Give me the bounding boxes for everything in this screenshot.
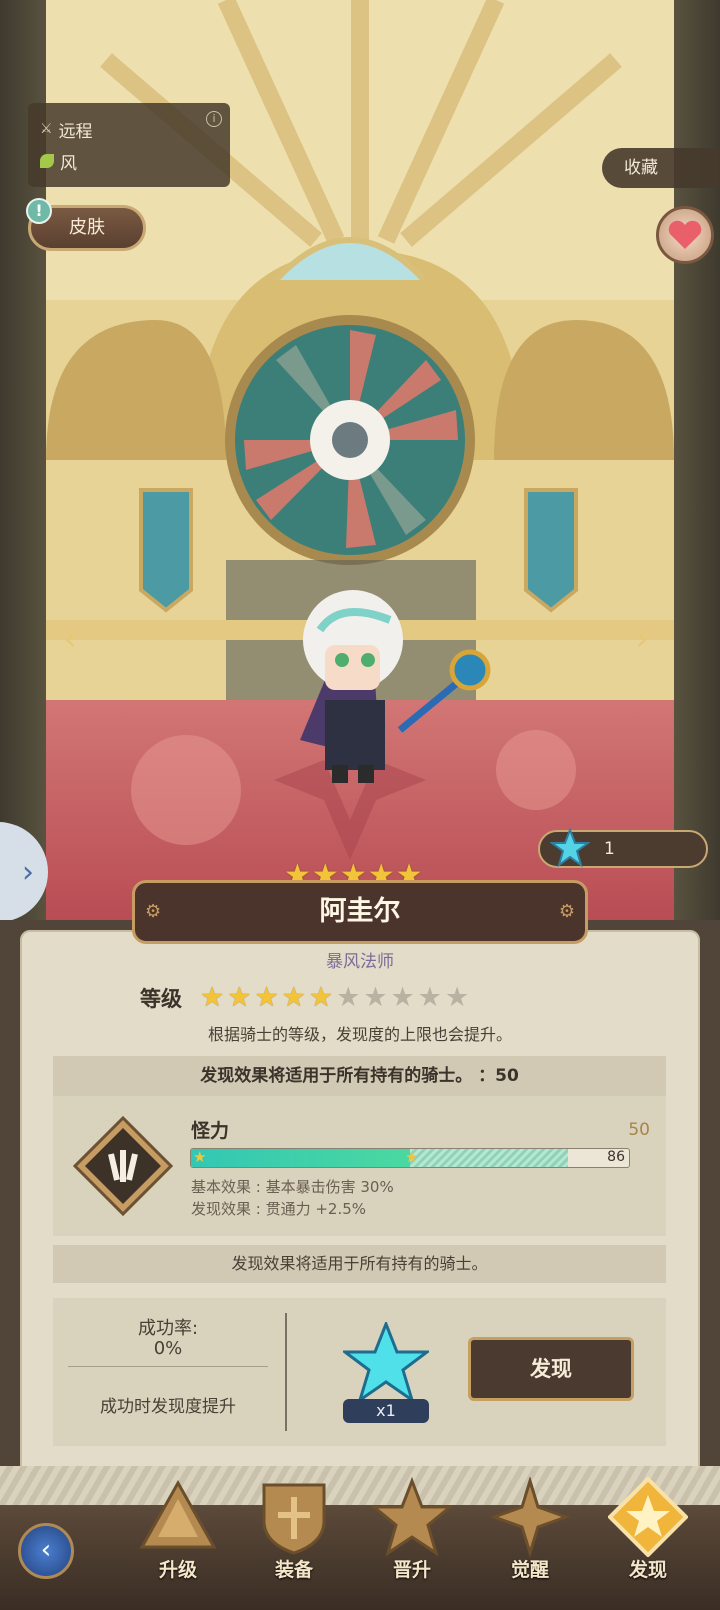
level-star-filled-icon: ★ (227, 982, 252, 1013)
gear-icon: ⚙ (558, 901, 575, 922)
heart-icon[interactable] (656, 206, 714, 264)
level-star-empty-icon: ★ (417, 982, 442, 1013)
level-star-empty-icon: ★ (444, 982, 470, 1013)
discovery-progress-bar: ★ ★ 86 (190, 1148, 630, 1168)
skill-max-value: 50 (628, 1120, 650, 1140)
skin-label: 皮肤 (69, 217, 105, 238)
discover-action-box: 成功率: 0% 成功时发现度提升 x1 发现 (53, 1298, 666, 1446)
nav-awaken-label: 觉醒 (510, 1559, 549, 1581)
level-star-empty-icon: ★ (390, 982, 415, 1013)
nav-equipment[interactable]: 装备 (244, 1477, 344, 1582)
skill-name: 怪力 (191, 1120, 230, 1142)
nav-discover-label: 发现 (628, 1559, 667, 1581)
nav-equipment-label: 装备 (274, 1559, 313, 1581)
nav-promote[interactable]: 晋升 (362, 1476, 462, 1582)
attack-type-label: 远程 (58, 121, 93, 142)
character-tags[interactable]: i ⚔ 远程 风 (28, 103, 230, 187)
level-star-filled-icon: ★ (281, 982, 306, 1013)
success-rate-label: 成功率: (137, 1318, 199, 1339)
star-currency-counter: 1 (538, 828, 708, 868)
progress-start-star-icon: ★ (193, 1148, 207, 1166)
progress-mid-star-icon: ★ (405, 1148, 419, 1166)
progress-fill (191, 1149, 410, 1167)
favorite-label: 收藏 (624, 158, 658, 178)
character-name: 阿圭尔 (319, 896, 401, 927)
next-skin-arrow-icon[interactable]: › (636, 622, 648, 657)
discovery-effect: 发现效果 : 贯通力 +2.5% (191, 1200, 367, 1218)
cost-quantity: x1 (343, 1399, 429, 1423)
nav-upgrade-label: 升级 (158, 1559, 197, 1581)
nav-awaken[interactable]: 觉醒 (480, 1475, 580, 1582)
nav-discover[interactable]: 发现 (598, 1476, 698, 1582)
level-star-filled-icon: ★ (308, 982, 334, 1013)
wind-icon (40, 154, 54, 168)
level-star-empty-icon: ★ (363, 982, 388, 1013)
level-label: 等级 (140, 986, 182, 1011)
character-name-banner: ⚙ 阿圭尔 ⚙ (132, 880, 588, 944)
level-star-empty-icon: ★ (336, 982, 361, 1013)
discovery-footer-note: 发现效果将适用于所有持有的骑士。 (53, 1245, 666, 1283)
element-label: 风 (60, 153, 77, 174)
bottom-nav: ‹ 升级 装备 晋升 觉醒 发现 (0, 1475, 720, 1610)
favorite-tab[interactable]: 收藏 (602, 148, 720, 188)
skin-notice-icon: ! (26, 198, 52, 224)
strength-skill-icon[interactable] (73, 1116, 173, 1216)
ranged-icon: ⚔ (40, 121, 53, 137)
success-rate-value: 0% (153, 1338, 183, 1359)
level-stars: ★ ★ ★ ★ ★ ★ ★ ★ ★ ★ (200, 982, 469, 1013)
character-sprite[interactable] (270, 560, 510, 800)
base-effect: 基本效果 : 基本暴击伤害 30% (191, 1178, 394, 1196)
back-button[interactable]: ‹ (18, 1523, 74, 1579)
shield-icon (262, 1483, 326, 1555)
skill-card: 怪力 50 ★ ★ 86 基本效果 : 基本暴击伤害 30% 发现效果 : 贯通… (53, 1096, 666, 1236)
level-star-filled-icon: ★ (200, 982, 225, 1013)
discovery-header: 发现效果将适用于所有持有的骑士。 ：50 (53, 1056, 666, 1096)
chevron-right-icon: › (22, 854, 34, 890)
discovery-star-icon (343, 1322, 429, 1404)
gear-icon: ⚙ (145, 901, 162, 922)
progress-hatch (410, 1149, 568, 1167)
level-star-filled-icon: ★ (254, 982, 279, 1013)
success-note: 成功时发现度提升 (100, 1397, 236, 1417)
level-row: 等级 ★ ★ ★ ★ ★ ★ ★ ★ ★ ★ (140, 982, 469, 1013)
info-icon[interactable]: i (206, 111, 222, 127)
nav-upgrade[interactable]: 升级 (128, 1477, 228, 1582)
upgrade-icon (139, 1479, 217, 1549)
promote-star-icon (369, 1476, 455, 1557)
discover-button[interactable]: 发现 (468, 1337, 634, 1401)
discover-button-label: 发现 (530, 1357, 572, 1381)
character-title: 暴风法师 (326, 952, 394, 972)
awaken-icon (489, 1475, 571, 1559)
discover-star-icon (607, 1476, 689, 1558)
star-currency-count: 1 (604, 839, 615, 859)
vertical-divider (285, 1313, 287, 1431)
chevron-left-icon: ‹ (40, 1535, 52, 1565)
prev-skin-arrow-icon[interactable]: ‹ (64, 622, 76, 657)
right-rail (674, 0, 720, 920)
level-note: 根据骑士的等级，发现度的上限也会提升。 (207, 1025, 512, 1044)
nav-promote-label: 晋升 (392, 1559, 431, 1581)
blue-star-icon (550, 828, 590, 868)
progress-value: 86 (607, 1149, 625, 1165)
rate-divider (68, 1366, 268, 1367)
